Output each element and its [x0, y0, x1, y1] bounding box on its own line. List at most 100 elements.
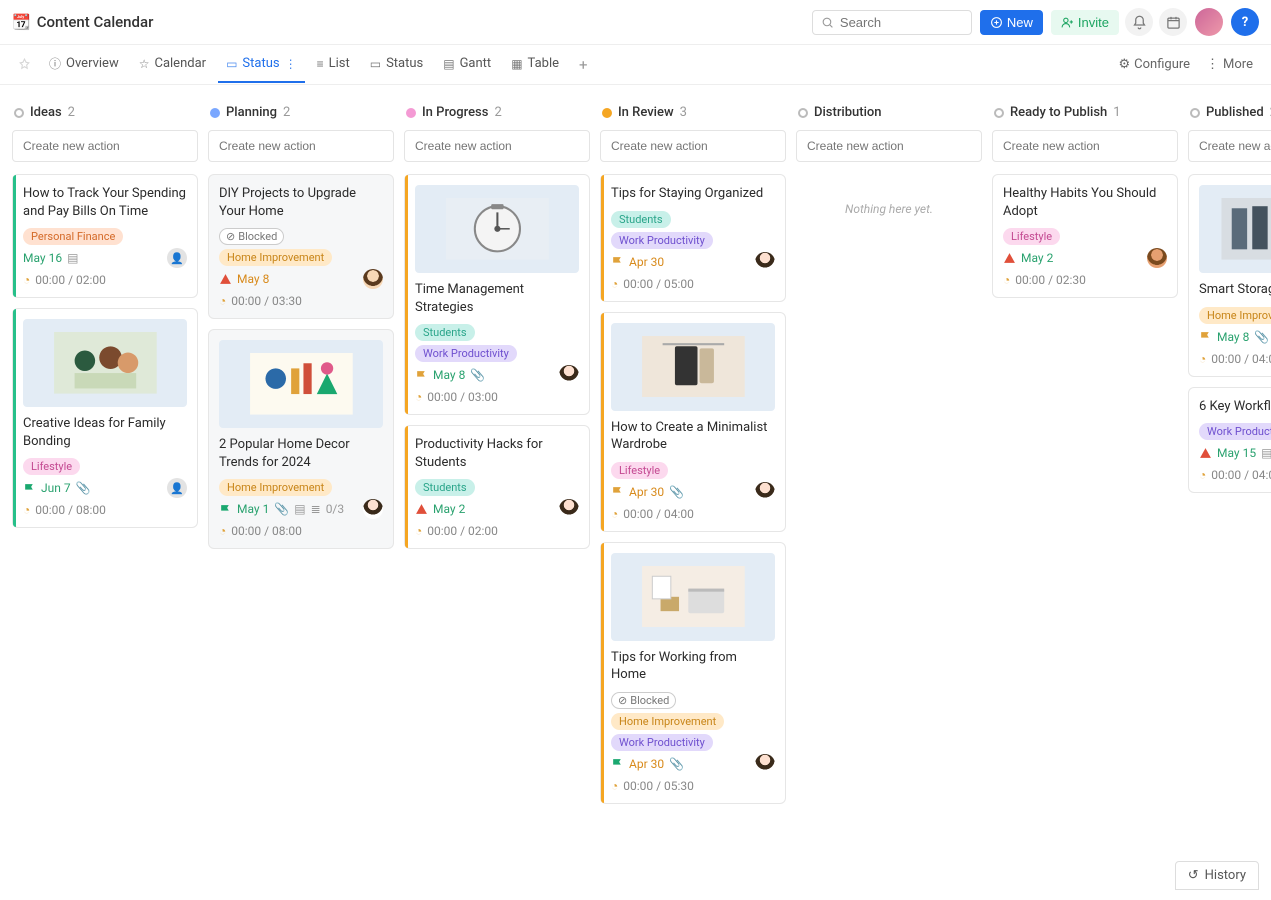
card-thumbnail — [415, 185, 579, 273]
card[interactable]: Smart Storage So Home Improvement May 8 … — [1188, 174, 1271, 377]
column-header[interactable]: Ready to Publish 1 — [992, 101, 1178, 130]
tab-label: Calendar — [154, 56, 206, 71]
tab-gantt[interactable]: ▤Gantt — [435, 46, 499, 83]
card[interactable]: Tips for Working from Home ⊘Blocked Home… — [600, 542, 786, 804]
tag-personal-finance: Personal Finance — [23, 228, 123, 245]
tab-label: Overview — [66, 56, 119, 71]
clock-icon: ◔ — [219, 294, 226, 308]
configure-button[interactable]: ⚙Configure — [1112, 47, 1196, 82]
card[interactable]: DIY Projects to Upgrade Your Home ⊘Block… — [208, 174, 394, 319]
tab-overview[interactable]: ⓘ Overview — [41, 45, 127, 84]
card-title: Productivity Hacks for Students — [415, 436, 579, 471]
assignee-avatar[interactable] — [755, 754, 775, 774]
column-header[interactable]: Published 2 — [1188, 101, 1271, 130]
unassigned-avatar[interactable]: 👤 — [167, 248, 187, 268]
card-title: How to Track Your Spending and Pay Bills… — [23, 185, 187, 220]
clock-icon: ◔ — [23, 273, 30, 287]
pin-button[interactable] — [12, 48, 37, 81]
due-date: May 16 — [23, 251, 62, 265]
priority-medium-icon — [611, 485, 624, 498]
create-action-input[interactable] — [796, 130, 982, 162]
help-button[interactable]: ? — [1231, 8, 1259, 36]
clock-icon: ◔ — [1003, 273, 1010, 287]
card-title: Tips for Working from Home — [611, 649, 775, 684]
create-action-input[interactable] — [12, 130, 198, 162]
tab-calendar[interactable]: ☆Calendar — [131, 46, 214, 83]
tab-label: Status — [242, 56, 279, 71]
card-title: DIY Projects to Upgrade Your Home — [219, 185, 383, 220]
attachment-icon: 📎 — [76, 481, 91, 495]
column-header[interactable]: Planning 2 — [208, 101, 394, 130]
assignee-avatar[interactable] — [363, 269, 383, 289]
more-label: More — [1223, 57, 1253, 72]
card[interactable]: Tips for Staying Organized Students Work… — [600, 174, 786, 302]
create-action-input[interactable] — [992, 130, 1178, 162]
card[interactable]: 6 Key Workflows Work Productivity May 15… — [1188, 387, 1271, 494]
tag-home-improvement: Home Improvement — [219, 479, 332, 496]
card[interactable]: Time Management Strategies Students Work… — [404, 174, 590, 415]
column-published: Published 2 Smart Storage So Home Improv… — [1188, 101, 1271, 503]
search-input[interactable] — [840, 15, 963, 30]
time-tracked: 00:00 / 02:00 — [35, 273, 106, 287]
card[interactable]: Healthy Habits You Should Adopt Lifestyl… — [992, 174, 1178, 298]
app-header: 📆 Content Calendar New Invite ? — [0, 0, 1271, 45]
card[interactable]: How to Track Your Spending and Pay Bills… — [12, 174, 198, 298]
card[interactable]: Productivity Hacks for Students Students… — [404, 425, 590, 549]
tag-work-productivity: Work Productivity — [1199, 423, 1271, 440]
dots-vertical-icon[interactable]: ⋮ — [285, 57, 297, 71]
tag-students: Students — [611, 211, 671, 228]
status-dot-icon — [1190, 108, 1200, 118]
column-header[interactable]: In Review 3 — [600, 101, 786, 130]
add-view-button[interactable]: + — [571, 46, 596, 84]
history-button[interactable]: ↺ History — [1175, 861, 1259, 890]
notifications-button[interactable] — [1125, 8, 1153, 36]
bell-icon — [1132, 15, 1147, 30]
tab-status-active[interactable]: ▭Status⋮ — [218, 46, 305, 83]
tag-lifestyle: Lifestyle — [611, 462, 668, 479]
user-avatar[interactable] — [1195, 8, 1223, 36]
assignee-avatar[interactable] — [1147, 248, 1167, 268]
clock-icon: ◔ — [415, 390, 422, 404]
create-action-input[interactable] — [208, 130, 394, 162]
info-icon: ⓘ — [49, 55, 61, 72]
assignee-avatar[interactable] — [559, 499, 579, 519]
card[interactable]: Creative Ideas for Family Bonding Lifest… — [12, 308, 198, 528]
assignee-avatar[interactable] — [755, 252, 775, 272]
more-button[interactable]: ⋮More — [1200, 47, 1259, 82]
create-action-input[interactable] — [600, 130, 786, 162]
column-header[interactable]: In Progress 2 — [404, 101, 590, 130]
notes-icon: ▤ — [294, 502, 305, 516]
assignee-avatar[interactable] — [755, 482, 775, 502]
card[interactable]: How to Create a Minimalist Wardrobe Life… — [600, 312, 786, 532]
assignee-avatar[interactable] — [363, 499, 383, 519]
card[interactable]: 2 Popular Home Decor Trends for 2024 Hom… — [208, 329, 394, 549]
assignee-avatar[interactable] — [559, 365, 579, 385]
tab-status[interactable]: ▭Status — [362, 46, 432, 83]
card-thumbnail — [611, 323, 775, 411]
user-plus-icon — [1061, 16, 1074, 29]
tab-table[interactable]: ▦Table — [503, 46, 567, 83]
calendar-button[interactable] — [1159, 8, 1187, 36]
tab-list[interactable]: ≡List — [309, 46, 358, 83]
column-name: In Review — [618, 105, 674, 120]
column-header[interactable]: Distribution — [796, 101, 982, 130]
unassigned-avatar[interactable]: 👤 — [167, 478, 187, 498]
status-dot-icon — [798, 108, 808, 118]
configure-label: Configure — [1134, 57, 1190, 72]
notes-icon: ▤ — [1261, 446, 1271, 460]
column-count: 1 — [1113, 105, 1120, 120]
column-name: Ideas — [30, 105, 62, 120]
priority-medium-icon — [415, 369, 428, 382]
calendar-icon — [1166, 15, 1181, 30]
attachment-icon: 📎 — [470, 368, 485, 382]
invite-button[interactable]: Invite — [1051, 10, 1119, 35]
time-tracked: 00:00 / 02:30 — [1015, 273, 1086, 287]
board-icon: ▭ — [370, 57, 381, 71]
column-header[interactable]: Ideas 2 — [12, 101, 198, 130]
create-action-input[interactable] — [1188, 130, 1271, 162]
new-button[interactable]: New — [980, 10, 1043, 35]
tag-work-productivity: Work Productivity — [415, 345, 517, 362]
search-input-wrapper[interactable] — [812, 10, 972, 35]
due-date: May 8 — [433, 368, 465, 382]
create-action-input[interactable] — [404, 130, 590, 162]
